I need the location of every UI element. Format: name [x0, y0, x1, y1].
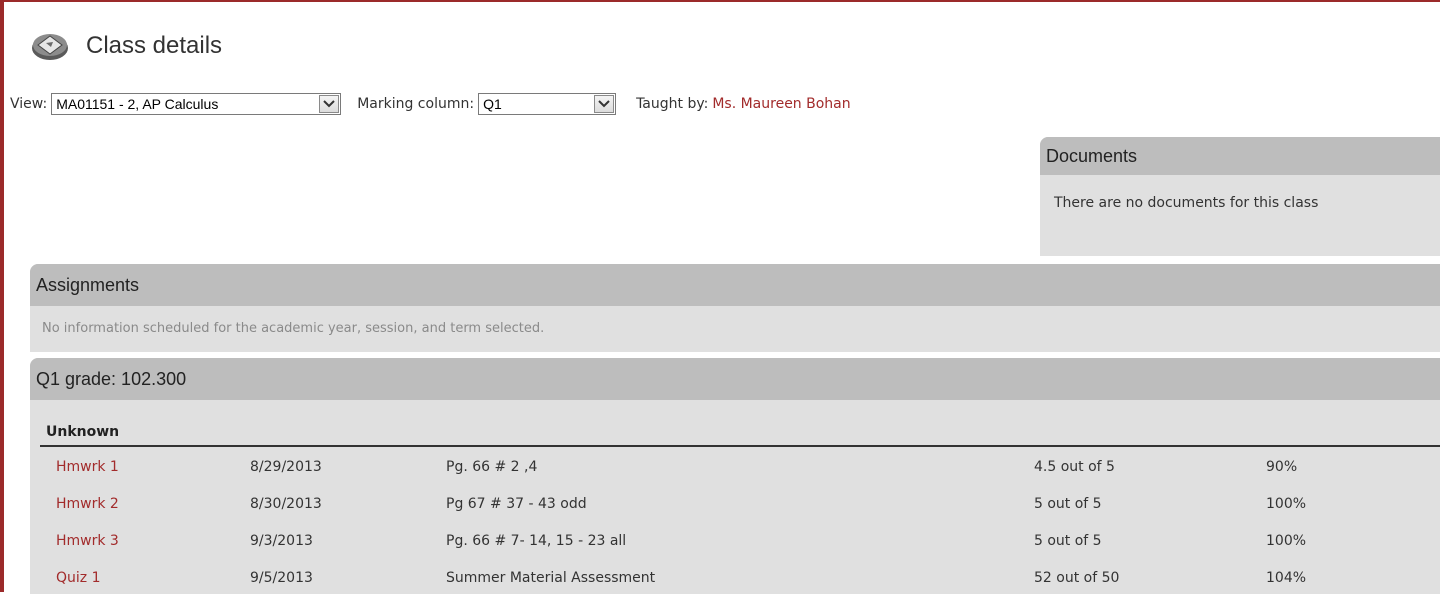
- title-row: Class details: [30, 26, 222, 66]
- filter-row: View: MA01151 - 2, AP Calculus Marking c…: [10, 91, 851, 117]
- assignments-empty-text: No information scheduled for the academi…: [42, 321, 545, 336]
- chevron-down-icon[interactable]: [319, 95, 340, 113]
- assignment-score: 4.5 out of 5: [1034, 459, 1115, 475]
- table-row: Hmwrk 2 8/30/2013 Pg 67 # 37 - 43 odd 5 …: [30, 491, 1440, 528]
- teacher-link[interactable]: Ms. Maureen Bohan: [712, 96, 850, 112]
- group-label: Unknown: [46, 424, 120, 440]
- table-row: Hmwrk 3 9/3/2013 Pg. 66 # 7- 14, 15 - 23…: [30, 528, 1440, 565]
- grade-table: Hmwrk 1 8/29/2013 Pg. 66 # 2 ,4 4.5 out …: [30, 454, 1440, 602]
- taught-by-label: Taught by:: [636, 96, 709, 112]
- table-row: Hmwrk 1 8/29/2013 Pg. 66 # 2 ,4 4.5 out …: [30, 454, 1440, 491]
- assignment-percent: 100%: [1266, 533, 1307, 549]
- assignment-link[interactable]: Hmwrk 2: [56, 491, 119, 517]
- assignments-panel: Assignments No information scheduled for…: [30, 264, 1440, 352]
- grade-panel: Q1 grade: 102.300 Unknown Hmwrk 1 8/29/2…: [30, 358, 1440, 594]
- view-select[interactable]: MA01151 - 2, AP Calculus: [51, 93, 342, 115]
- assignment-description: Pg 67 # 37 - 43 odd: [446, 496, 587, 512]
- assignment-date: 8/30/2013: [250, 496, 322, 512]
- view-label: View:: [10, 96, 48, 112]
- assignment-description: Summer Material Assessment: [446, 570, 656, 586]
- assignment-score: 52 out of 50: [1034, 570, 1120, 586]
- marking-column-label: Marking column:: [357, 96, 475, 112]
- assignment-percent: 104%: [1266, 570, 1307, 586]
- assignment-percent: 90%: [1266, 459, 1298, 475]
- table-row: Quiz 1 9/5/2013 Summer Material Assessme…: [30, 565, 1440, 602]
- marking-column-select[interactable]: Q1: [478, 93, 617, 115]
- assignment-link[interactable]: Quiz 1: [56, 565, 101, 591]
- page-title: Class details: [86, 32, 223, 59]
- assignment-description: Pg. 66 # 2 ,4: [446, 459, 538, 475]
- assignment-date: 8/29/2013: [250, 459, 322, 475]
- assignment-description: Pg. 66 # 7- 14, 15 - 23 all: [446, 533, 627, 549]
- divider: [40, 445, 1440, 447]
- documents-panel: Documents There are no documents for thi…: [1040, 137, 1440, 256]
- chevron-down-icon[interactable]: [594, 95, 615, 113]
- app-frame: Class details View: MA01151 - 2, AP Calc…: [0, 0, 1440, 594]
- assignment-link[interactable]: Hmwrk 3: [56, 528, 119, 554]
- documents-empty-text: There are no documents for this class: [1054, 195, 1319, 211]
- assignment-score: 5 out of 5: [1034, 533, 1102, 549]
- documents-header: Documents: [1040, 137, 1440, 175]
- assignment-score: 5 out of 5: [1034, 496, 1102, 512]
- view-select-value: MA01151 - 2, AP Calculus: [56, 96, 219, 112]
- assignment-link[interactable]: Hmwrk 1: [56, 454, 119, 480]
- assignment-percent: 100%: [1266, 496, 1307, 512]
- class-details-icon: [32, 34, 68, 60]
- grade-header: Q1 grade: 102.300: [30, 358, 1440, 400]
- assignments-header: Assignments: [30, 264, 1440, 306]
- assignment-date: 9/3/2013: [250, 533, 313, 549]
- marking-column-value: Q1: [483, 96, 502, 112]
- assignment-date: 9/5/2013: [250, 570, 313, 586]
